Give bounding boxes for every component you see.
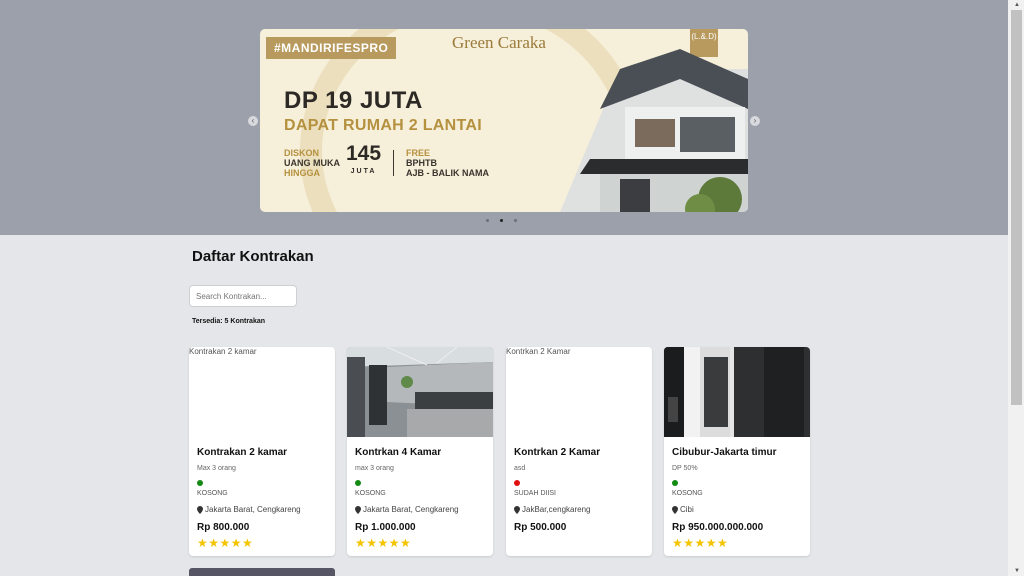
discount-value: 145 JUTA <box>346 142 382 175</box>
listing-price: Rp 1.000.000 <box>355 522 416 533</box>
search-input[interactable] <box>189 285 297 307</box>
listing-card[interactable]: Kontrkan 2 Kamar Kontrkan 2 Kamar asd SU… <box>506 347 652 556</box>
listing-status: KOSONG <box>197 490 228 497</box>
listing-location: JakBar,cengkareng <box>514 505 591 514</box>
listing-price: Rp 500.000 <box>514 522 567 533</box>
map-pin-icon <box>514 505 520 514</box>
status-dot-icon <box>672 480 678 486</box>
banner-headline: DP 19 JUTA <box>284 87 423 114</box>
free-label: FREE <box>406 148 431 158</box>
listing-card[interactable]: Cibubur-Jakarta timur DP 50% KOSONG Cibi… <box>664 347 810 556</box>
scrollbar[interactable]: ▲ ▼ <box>1008 0 1024 576</box>
rating-stars: ★★★★★ <box>355 536 412 550</box>
discount-label: DISKON <box>284 148 320 158</box>
location-text: Jakarta Barat, Cengkareng <box>205 505 301 514</box>
house-image <box>560 49 748 212</box>
listing-card[interactable]: Kontrkan 4 Kamar max 3 orang KOSONG Jaka… <box>347 347 493 556</box>
available-count: Tersedia: 5 Kontrakan <box>192 318 266 325</box>
listing-card-partial[interactable] <box>189 568 335 576</box>
location-text: Jakarta Barat, Cengkareng <box>363 505 459 514</box>
rating-stars: ★★★★★ <box>197 536 254 550</box>
status-dot-icon <box>197 480 203 486</box>
promo-banner[interactable]: #MANDIRIFESPRO Green Caraka (L.&.D) DP 1… <box>260 29 748 212</box>
carousel-indicators <box>486 219 517 222</box>
hero-carousel: #MANDIRIFESPRO Green Caraka (L.&.D) DP 1… <box>0 0 1008 235</box>
listing-name: Kontrakan 2 kamar <box>197 447 288 458</box>
image-alt-text: Kontrkan 2 Kamar <box>506 347 571 356</box>
status-dot-icon <box>514 480 520 486</box>
page-title: Daftar Kontrakan <box>192 248 314 265</box>
listing-name: Kontrkan 2 Kamar <box>514 447 601 458</box>
location-text: JakBar,cengkareng <box>522 505 591 514</box>
carousel-prev-icon[interactable]: ‹ <box>248 116 258 126</box>
listing-location: Jakarta Barat, Cengkareng <box>197 505 301 514</box>
status-dot-icon <box>355 480 361 486</box>
listing-price: Rp 950.000.000.000 <box>672 522 764 533</box>
carousel-dot-active[interactable] <box>500 219 503 222</box>
listing-status: KOSONG <box>672 490 703 497</box>
carousel-dot[interactable] <box>486 219 489 222</box>
listing-location: Jakarta Barat, Cengkareng <box>355 505 459 514</box>
listing-name: Kontrkan 4 Kamar <box>355 447 442 458</box>
image-alt-text: Kontrakan 2 kamar <box>189 347 257 356</box>
scroll-down-icon[interactable]: ▼ <box>1014 568 1020 574</box>
map-pin-icon <box>197 505 203 514</box>
scroll-up-icon[interactable]: ▲ <box>1014 2 1020 8</box>
listing-desc: Max 3 orang <box>197 465 236 472</box>
listing-desc: asd <box>514 465 526 472</box>
free-label: BPHTB <box>406 158 438 168</box>
rating-stars: ★★★★★ <box>672 536 729 550</box>
listing-card[interactable]: Kontrakan 2 kamar Kontrakan 2 kamar Max … <box>189 347 335 556</box>
listing-status: KOSONG <box>355 490 386 497</box>
listing-desc: max 3 orang <box>355 465 394 472</box>
scrollbar-thumb[interactable] <box>1011 10 1022 405</box>
divider <box>393 150 395 176</box>
map-pin-icon <box>355 505 361 514</box>
carousel-next-icon[interactable]: › <box>750 116 760 126</box>
free-label: AJB - BALIK NAMA <box>406 168 490 178</box>
banner-promo: DISKON UANG MUKA HINGGA 145 JUTA FREE BP… <box>284 142 490 181</box>
discount-label: HINGGA <box>284 168 320 178</box>
discount-label: UANG MUKA <box>284 158 340 168</box>
listing-location: Cibi <box>672 505 694 514</box>
listing-status: SUDAH DIISI <box>514 490 557 497</box>
listing-name: Cibubur-Jakarta timur <box>672 447 777 458</box>
carousel-dot[interactable] <box>514 219 517 222</box>
banner-tag: #MANDIRIFESPRO <box>266 37 397 59</box>
banner-subline: DAPAT RUMAH 2 LANTAI <box>284 117 482 134</box>
listing-image <box>347 347 493 437</box>
listing-price: Rp 800.000 <box>197 522 250 533</box>
location-text: Cibi <box>680 505 694 514</box>
listing-desc: DP 50% <box>672 465 698 472</box>
listing-image <box>664 347 810 437</box>
map-pin-icon <box>672 505 678 514</box>
